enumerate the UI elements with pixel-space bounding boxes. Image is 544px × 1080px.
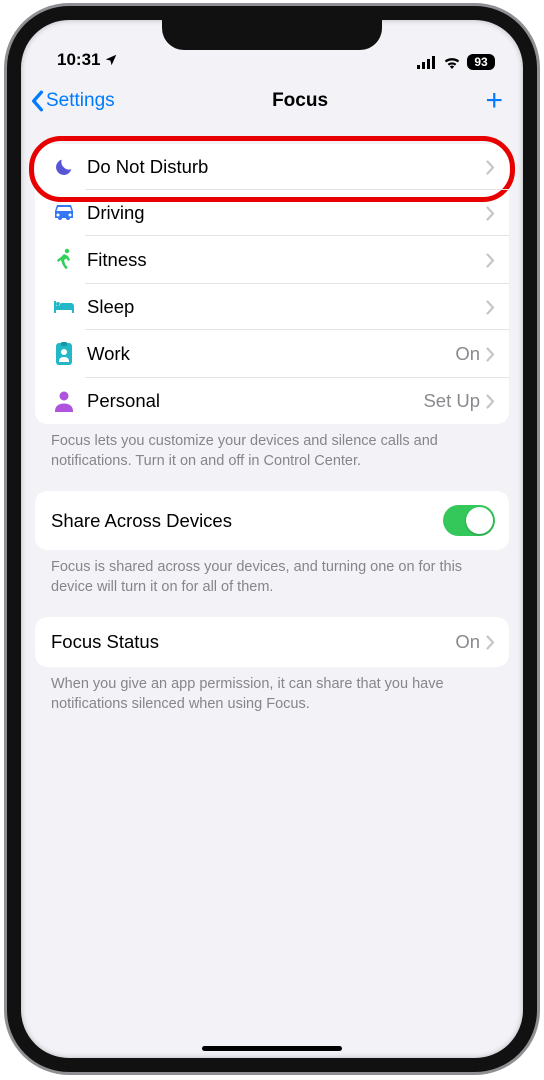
status-card: Focus Status On: [35, 617, 509, 667]
focus-footer: Focus lets you customize your devices an…: [35, 424, 509, 491]
chevron-right-icon: [486, 394, 495, 409]
chevron-right-icon: [486, 206, 495, 221]
running-icon: [49, 248, 79, 272]
row-sleep[interactable]: Sleep: [35, 284, 509, 330]
row-label: Work: [79, 343, 455, 365]
chevron-right-icon: [486, 635, 495, 650]
content: Do Not Disturb Driving Fitness: [21, 122, 523, 734]
row-label: Fitness: [79, 249, 486, 271]
chevron-right-icon: [486, 160, 495, 175]
row-detail: Set Up: [423, 390, 480, 412]
row-label: Driving: [79, 202, 486, 224]
person-icon: [49, 390, 79, 412]
chevron-right-icon: [486, 300, 495, 315]
badge-icon: [49, 342, 79, 366]
back-button[interactable]: Settings: [29, 90, 115, 112]
row-work[interactable]: Work On: [35, 330, 509, 378]
row-label: Do Not Disturb: [79, 156, 486, 178]
row-label: Personal: [79, 390, 423, 412]
notch: [162, 20, 382, 50]
back-label: Settings: [46, 90, 115, 112]
status-right: 93: [417, 54, 495, 70]
row-label: Focus Status: [49, 631, 455, 653]
add-button[interactable]: +: [485, 84, 509, 118]
row-personal[interactable]: Personal Set Up: [35, 378, 509, 424]
wifi-icon: [443, 56, 461, 69]
battery-indicator: 93: [467, 54, 495, 70]
focus-list: Do Not Disturb Driving Fitness: [35, 144, 509, 424]
page-title: Focus: [272, 90, 328, 112]
row-detail: On: [455, 631, 480, 653]
car-icon: [49, 203, 79, 223]
row-label: Share Across Devices: [49, 510, 443, 532]
location-icon: [104, 53, 118, 67]
bed-icon: [49, 299, 79, 315]
chevron-right-icon: [486, 253, 495, 268]
share-toggle[interactable]: [443, 505, 495, 536]
moon-icon: [49, 156, 79, 178]
status-left: 10:31: [57, 50, 118, 70]
nav-bar: Settings Focus +: [21, 70, 523, 122]
cellular-icon: [417, 56, 437, 69]
row-label: Sleep: [79, 296, 486, 318]
status-time: 10:31: [57, 50, 100, 70]
row-do-not-disturb[interactable]: Do Not Disturb: [35, 144, 509, 190]
phone-frame: 10:31 93 Settings Focus +: [7, 6, 537, 1072]
home-indicator[interactable]: [202, 1046, 342, 1051]
row-detail: On: [455, 343, 480, 365]
status-footer: When you give an app permission, it can …: [35, 667, 509, 734]
share-card: Share Across Devices: [35, 491, 509, 550]
row-focus-status[interactable]: Focus Status On: [35, 617, 509, 667]
row-share-across-devices: Share Across Devices: [35, 491, 509, 550]
share-footer: Focus is shared across your devices, and…: [35, 550, 509, 617]
row-fitness[interactable]: Fitness: [35, 236, 509, 284]
chevron-right-icon: [486, 347, 495, 362]
row-driving[interactable]: Driving: [35, 190, 509, 236]
chevron-left-icon: [29, 90, 45, 112]
